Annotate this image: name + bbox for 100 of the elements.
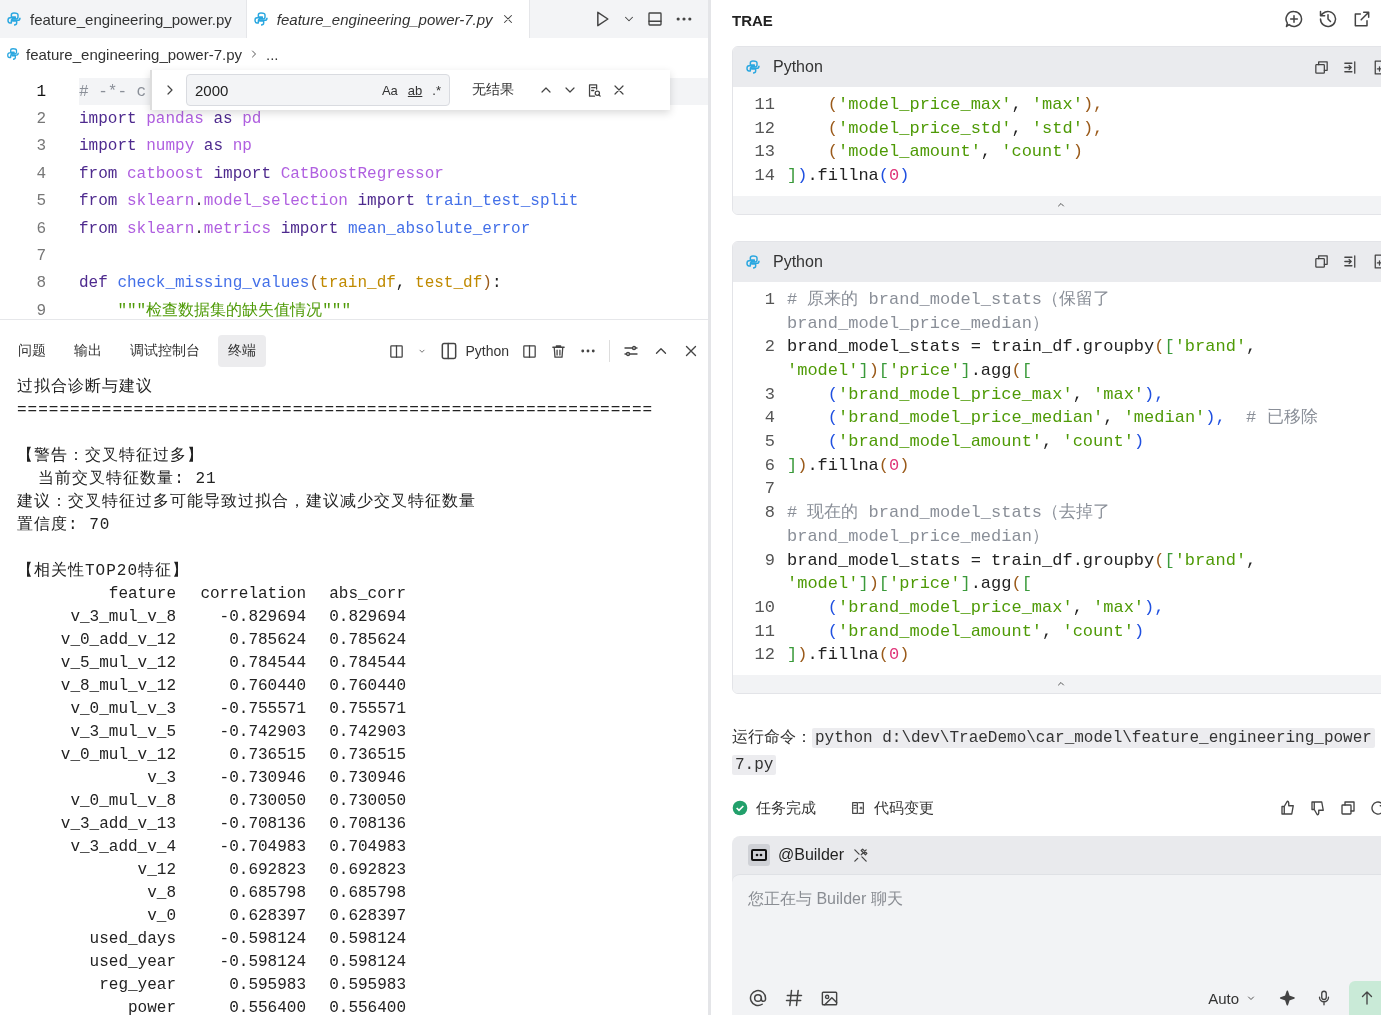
code-line: # -*- c [79, 82, 147, 101]
code-line: ('brand_model_amount', 'count') [826, 620, 1145, 643]
terminal-profile[interactable]: Python [439, 341, 509, 361]
table-cell-text: -0.708136 [218, 814, 306, 835]
table-cell-text: -0.598124 [218, 952, 306, 973]
code-line: ]).fillna(0) [787, 454, 910, 477]
table-cell-text: 0.785624 [328, 630, 406, 651]
column-header: correlation [199, 584, 306, 605]
table-cell-text: -0.829694 [218, 607, 306, 628]
table-cell-text: used_year [88, 952, 176, 973]
terminal-line: 建议：交叉特征过多可能导致过拟合，建议减少交叉特征数量 [17, 491, 477, 513]
line-number: 2 [35, 110, 46, 129]
table-cell-text: v_3 [146, 768, 176, 789]
table-cell-text: 0.685798 [228, 883, 306, 904]
table-cell-text: 0.595983 [328, 975, 406, 996]
find-option[interactable]: ab [405, 82, 425, 98]
table-cell-text: 0.736515 [228, 745, 306, 766]
table-cell-text: 0.736515 [328, 745, 406, 766]
table-cell-text: used_days [88, 929, 176, 950]
code-line: ('model_price_max', 'max'), [826, 94, 1104, 116]
code-line: ('model_price_std', 'std'), [826, 117, 1104, 140]
line-number: 14 [753, 165, 775, 188]
table-cell-text: 0.556400 [328, 998, 406, 1015]
code-line: import pandas as pd [79, 110, 262, 129]
table-cell-text: 0.598124 [328, 929, 406, 950]
line-number: 11 [753, 94, 775, 116]
find-field[interactable]: 2000 Aa ab .* [186, 74, 450, 106]
line-number: 11 [753, 620, 775, 643]
find-option[interactable]: .* [430, 82, 443, 98]
line-number: 5 [763, 431, 775, 454]
table-cell-text: 0.685798 [328, 883, 406, 904]
table-cell-text: power [127, 998, 176, 1015]
run-command-text: 运行命令： python d:\dev\TraeDemo\car_model\feature_engineering_power 7.py [732, 724, 1381, 779]
panel-tab[interactable]: 输出 [64, 335, 112, 367]
line-number: 9 [35, 301, 46, 320]
table-cell-text: v_12 [136, 860, 176, 881]
terminal-line: ============================================================ [17, 400, 655, 421]
table-cell-text: v_3_mul_v_8 [69, 607, 176, 628]
table-cell-text: 0.556400 [228, 998, 306, 1015]
table-cell-text: 0.760440 [328, 676, 406, 697]
table-cell-text: -0.742903 [218, 722, 306, 743]
terminal-line: 【警告：交叉特征过多】 [17, 445, 205, 467]
code-line: ]).fillna(0) [787, 644, 910, 667]
terminal-line: 过拟合诊断与建议 [17, 376, 154, 398]
table-cell-text: v_0_mul_v_8 [69, 791, 176, 812]
editor-tab[interactable]: feature_engineering_power-7.py [246, 0, 530, 38]
line-number: 7 [763, 478, 775, 501]
line-number: 12 [753, 644, 775, 667]
terminal-line: 置信度: 70 [17, 514, 112, 536]
breadcrumb-item[interactable]: feature_engineering_power-7.py [26, 45, 242, 63]
column-header: abs_corr [328, 584, 406, 605]
line-number: 2 [763, 336, 775, 359]
line-number: 12 [753, 117, 775, 140]
code-line: ('brand_model_price_median', 'median'), # 已移除 [826, 407, 1318, 430]
table-cell-text: v_8_mul_v_12 [59, 676, 176, 697]
panel-tab[interactable]: 调试控制台 [120, 335, 210, 367]
line-number: 13 [753, 141, 775, 164]
table-cell-text: v_0_add_v_12 [59, 630, 176, 651]
table-cell-text: -0.598124 [218, 929, 306, 950]
line-number: 3 [35, 137, 46, 156]
find-option[interactable]: Aa [379, 82, 400, 98]
table-cell-text: v_3_add_v_4 [69, 837, 176, 858]
code-line: from catboost import CatBoostRegressor [79, 164, 444, 183]
line-number: 3 [763, 383, 775, 406]
code-line: ('brand_model_amount', 'count') [826, 431, 1145, 454]
table-cell-text: 0.704983 [328, 837, 406, 858]
panel-tab[interactable]: 终端 [218, 335, 266, 367]
table-cell-text: v_3_mul_v_5 [69, 722, 176, 743]
code-line: """检查数据集的缺失值情况""" [116, 301, 351, 322]
panel-tab[interactable]: 问题 [8, 335, 56, 367]
table-cell-text: 0.730946 [328, 768, 406, 789]
code-line: from sklearn.model_selection import train_test_split [79, 192, 579, 211]
line-number: 1 [35, 82, 46, 101]
chat-input[interactable]: 您正在与 Builder 聊天 [732, 874, 1381, 981]
table-cell-text: v_5_mul_v_12 [59, 653, 176, 674]
column-header: feature [107, 584, 176, 605]
terminal-line: 当前交叉特征数量: 21 [37, 468, 218, 490]
table-cell-text: 0.784544 [328, 653, 406, 674]
table-cell-text: 0.760440 [228, 676, 306, 697]
table-cell-text: 0.730050 [228, 791, 306, 812]
table-cell-text: 0.692823 [228, 860, 306, 881]
table-cell-text: v_3_add_v_13 [59, 814, 176, 835]
model-dropdown[interactable]: Auto [1202, 988, 1263, 1008]
line-number: 5 [35, 192, 46, 211]
task-status: 任务完成 [756, 798, 816, 818]
table-cell-text: 0.785624 [228, 630, 306, 651]
code-changes-link[interactable]: 代码变更 [874, 798, 934, 818]
table-cell-text: 0.784544 [228, 653, 306, 674]
terminal-line: 【相关性TOP20特征】 [17, 560, 190, 582]
code-line: # 原来的 brand_model_stats（保留了 brand_model_price_median） [787, 288, 1111, 335]
table-cell-text: reg_year [98, 975, 176, 996]
code-line: from sklearn.metrics import mean_absolute_error [79, 219, 531, 238]
table-cell-text: 0.692823 [328, 860, 406, 881]
table-cell-text: v_0_mul_v_12 [59, 745, 176, 766]
breadcrumb-item[interactable]: ... [266, 45, 279, 63]
table-cell-text: 0.598124 [328, 952, 406, 973]
table-cell-text: -0.704983 [218, 837, 306, 858]
line-number: 10 [753, 596, 775, 619]
table-cell-text: 0.628397 [328, 906, 406, 927]
table-cell-text: 0.628397 [228, 906, 306, 927]
